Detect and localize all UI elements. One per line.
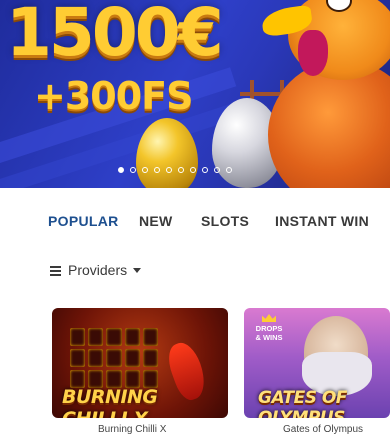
tab-instant-win[interactable]: INSTANT WIN (275, 213, 369, 229)
carousel-dot[interactable] (214, 167, 220, 173)
game-title-art: BURNING CHILLI X (62, 386, 158, 418)
carousel-dot[interactable] (154, 167, 160, 173)
carousel-dot[interactable] (178, 167, 184, 173)
carousel-dot[interactable] (190, 167, 196, 173)
caret-down-icon (133, 267, 142, 273)
game-title-art: GATES OF OLYMPUS (258, 388, 347, 418)
carousel-dot[interactable] (226, 167, 232, 173)
carousel-dot[interactable] (202, 167, 208, 173)
carousel-dot[interactable] (130, 167, 136, 173)
banner-subline: +300FS (34, 74, 193, 118)
slot-reels-illustration (70, 328, 158, 388)
providers-label: Providers (68, 262, 128, 278)
carousel-dot[interactable] (166, 167, 172, 173)
chicken-mascot-illustration (258, 0, 390, 188)
providers-dropdown[interactable]: Providers (50, 262, 142, 278)
game-caption[interactable]: Gates of Olympus (283, 424, 363, 435)
carousel-dot[interactable] (118, 167, 124, 173)
drops-and-wins-badge: DROPS & WINS (252, 314, 286, 348)
tab-new[interactable]: NEW (139, 213, 173, 229)
tab-slots[interactable]: SLOTS (201, 213, 249, 229)
promo-banner[interactable]: 1500€ +300FS (0, 0, 390, 188)
game-card-burning-chilli-x[interactable]: BURNING CHILLI X (52, 308, 228, 418)
crown-icon (262, 314, 276, 322)
banner-headline: 1500€ (6, 0, 224, 71)
tab-popular[interactable]: POPULAR (48, 213, 119, 229)
game-caption[interactable]: Burning Chilli X (98, 424, 166, 435)
category-tabs: POPULAR NEW SLOTS INSTANT WIN (0, 205, 390, 235)
game-card-gates-of-olympus[interactable]: DROPS & WINS GATES OF OLYMPUS (244, 308, 390, 418)
filter-icon (50, 265, 61, 276)
carousel-dots (118, 167, 232, 173)
carousel-dot[interactable] (142, 167, 148, 173)
